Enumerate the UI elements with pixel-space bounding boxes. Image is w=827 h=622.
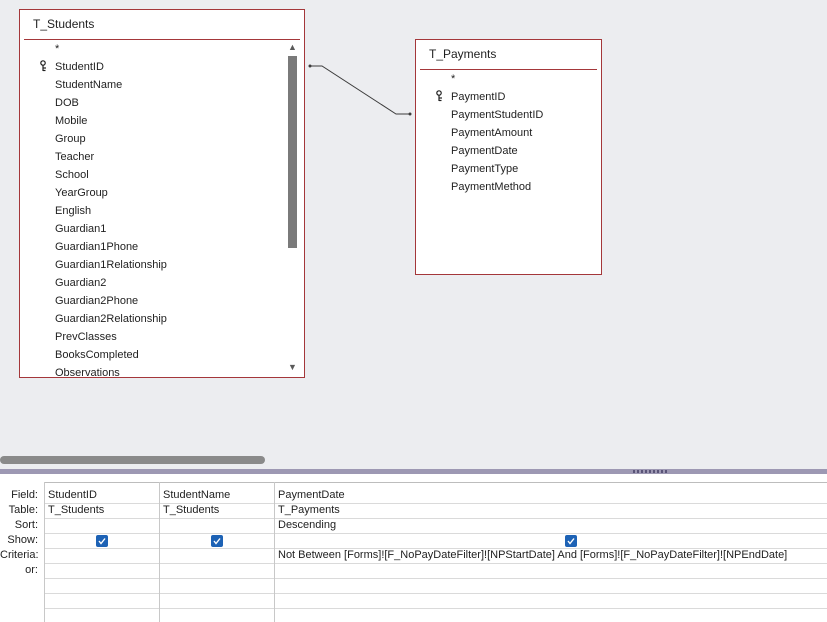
grid-cell-field[interactable]: PaymentDate xyxy=(278,488,345,503)
checkmark-icon xyxy=(567,538,575,545)
grid-row-line xyxy=(44,518,827,519)
checkmark-icon xyxy=(98,538,106,545)
grid-row-line xyxy=(44,563,827,564)
query-design-grid[interactable]: Field: Table: Sort: Show: Criteria: or: … xyxy=(0,474,827,622)
grid-top-border xyxy=(44,482,827,483)
join-line[interactable] xyxy=(0,0,827,451)
grid-cell-table[interactable]: T_Students xyxy=(163,503,219,518)
show-checkbox[interactable] xyxy=(565,535,577,547)
checkmark-icon xyxy=(213,538,221,545)
grid-cell-sort[interactable]: Descending xyxy=(278,518,336,533)
grid-cell-criteria[interactable]: Not Between [Forms]![F_NoPayDateFilter]!… xyxy=(278,548,787,563)
row-label-table: Table: xyxy=(8,504,38,516)
row-label-criteria: Criteria: xyxy=(0,549,39,561)
grid-column-line xyxy=(274,482,275,622)
row-label-or: or: xyxy=(25,564,38,576)
show-checkbox[interactable] xyxy=(211,535,223,547)
grid-cell-field[interactable]: StudentID xyxy=(48,488,97,503)
horizontal-scrollbar[interactable] xyxy=(0,451,827,469)
grid-column-line xyxy=(44,482,45,622)
grid-row-line xyxy=(44,593,827,594)
show-checkbox[interactable] xyxy=(96,535,108,547)
scrollbar-thumb[interactable] xyxy=(0,456,265,464)
grid-cell-table[interactable]: T_Students xyxy=(48,503,104,518)
grid-row-line xyxy=(44,533,827,534)
query-design-area[interactable]: T_Students * StudentID StudentName DOB M… xyxy=(0,0,827,451)
grid-cell-field[interactable]: StudentName xyxy=(163,488,230,503)
grid-cell-table[interactable]: T_Payments xyxy=(278,503,340,518)
grid-row-line xyxy=(44,503,827,504)
grid-row-line xyxy=(44,608,827,609)
splitter-grip-icon[interactable] xyxy=(633,470,669,473)
grid-row-line xyxy=(44,578,827,579)
row-label-field: Field: xyxy=(11,489,38,501)
row-label-sort: Sort: xyxy=(14,519,38,531)
row-label-show: Show: xyxy=(7,534,38,546)
grid-column-line xyxy=(159,482,160,622)
